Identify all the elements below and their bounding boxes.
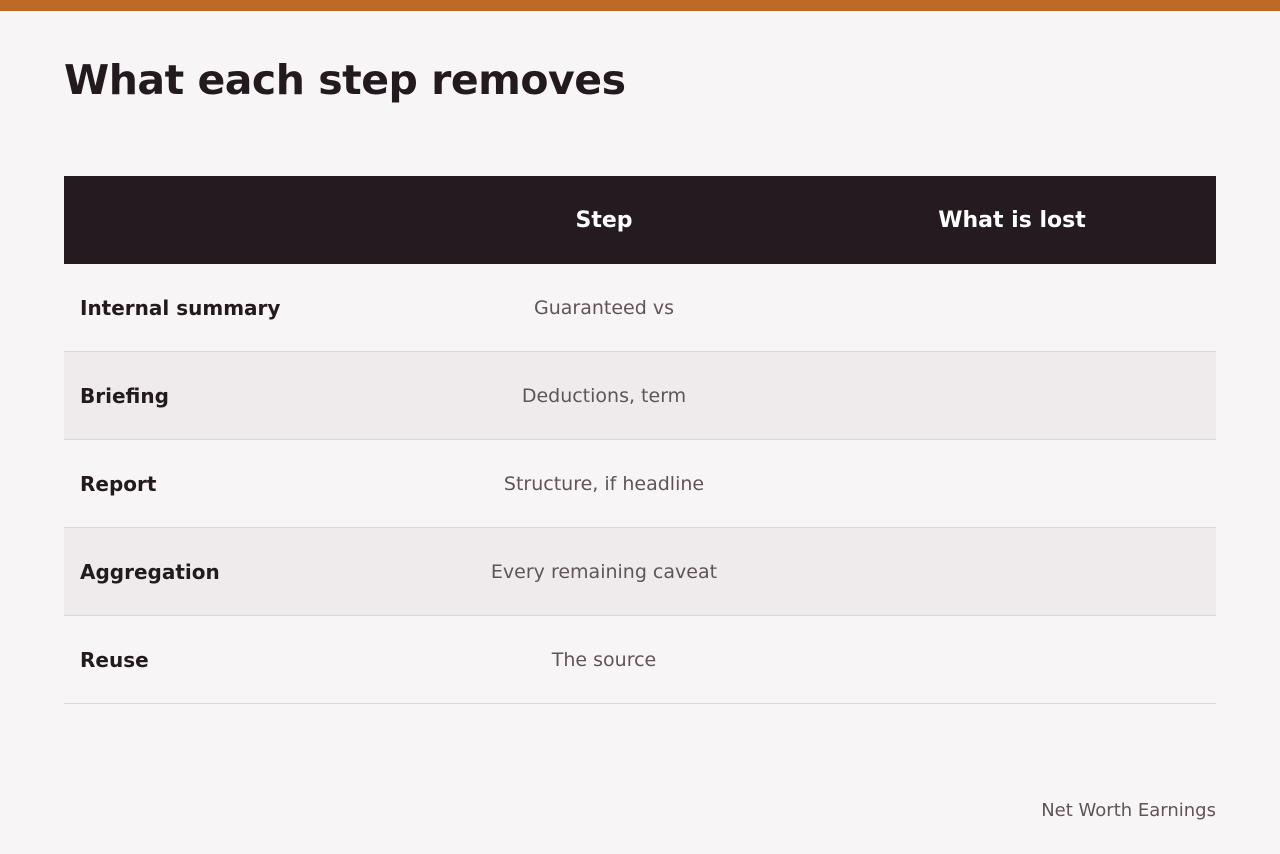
header-cell-what-is-lost: What is lost [938,207,1086,233]
row-label: Internal summary [80,295,281,320]
table-row: Internal summary Guaranteed vs [64,264,1216,352]
row-label: Reuse [80,647,149,672]
top-accent-bar [0,0,1280,11]
table-row: Reuse The source [64,616,1216,704]
row-step-value: The source [551,648,657,671]
table-header-row: Step What is lost [64,176,1216,264]
row-label: Briefing [80,383,169,408]
header-cell-step: Step [575,207,633,233]
row-step-value: Structure, if headline [503,472,705,495]
table-row: Aggregation Every remaining caveat [64,528,1216,616]
footer-brand: Net Worth Earnings [1041,800,1216,821]
row-label: Aggregation [80,559,220,584]
row-step-value: Every remaining caveat [490,560,718,583]
table-row: Report Structure, if headline [64,440,1216,528]
row-step-value: Guaranteed vs [534,296,674,319]
steps-table: Step What is lost Internal summary Guara… [64,176,1216,704]
page-title: What each step removes [64,56,626,104]
row-step-value: Deductions, term [521,384,687,407]
row-label: Report [80,471,157,496]
table-row: Briefing Deductions, term [64,352,1216,440]
